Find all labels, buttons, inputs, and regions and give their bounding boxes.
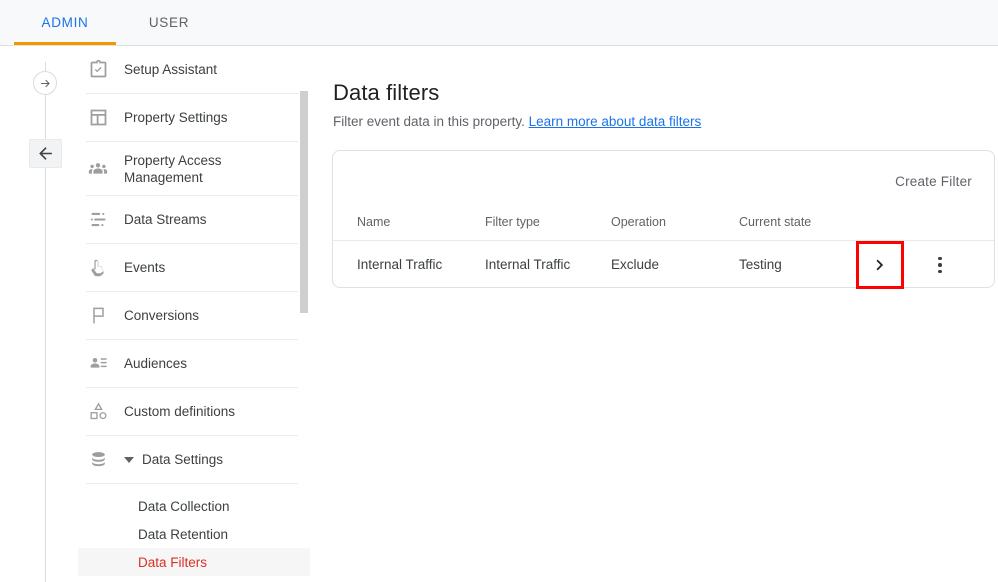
data-filters-table: Name Filter type Operation Current state…	[333, 201, 994, 240]
page-subtitle-text: Filter event data in this property.	[333, 114, 525, 129]
sidebar-item-label: Property Settings	[124, 109, 228, 126]
column-header-name: Name	[357, 215, 390, 229]
table-header-row: Name Filter type Operation Current state	[333, 201, 994, 240]
create-filter-button[interactable]: Create Filter	[889, 170, 978, 193]
row-more-options-button[interactable]	[918, 243, 962, 287]
property-window-icon	[86, 106, 110, 130]
sidebar-item-label: Audiences	[124, 355, 187, 372]
data-streams-icon	[86, 208, 110, 232]
row-open-button[interactable]	[858, 243, 902, 287]
arrow-right-circle-icon	[39, 77, 52, 90]
hand-tap-icon	[86, 256, 110, 280]
sidebar-item-data-streams[interactable]: Data Streams	[78, 196, 310, 243]
sidebar-item-data-settings[interactable]: Data Settings	[78, 436, 310, 483]
tab-user[interactable]: USER	[128, 0, 210, 45]
sidebar-item-label: Setup Assistant	[124, 61, 217, 78]
sidebar-item-conversions[interactable]: Conversions	[78, 292, 310, 339]
chevron-right-icon	[870, 255, 890, 275]
sidebar-item-events[interactable]: Events	[78, 244, 310, 291]
data-filters-card: Create Filter Name Filter type Operation…	[332, 150, 995, 288]
tab-list: ADMIN USER	[0, 0, 210, 45]
cell-current-state: Testing	[739, 257, 782, 272]
sidebar-item-label: Data Settings	[142, 451, 223, 468]
sidebar-nav: Setup Assistant Property Settings Proper…	[78, 46, 310, 582]
sub-items-spacer	[78, 484, 310, 492]
card-actions: Create Filter	[889, 167, 978, 195]
column-header-current-state: Current state	[739, 215, 811, 229]
sidebar-subitem-label: Data Retention	[138, 527, 228, 542]
page-subtitle: Filter event data in this property. Lear…	[333, 114, 701, 129]
sidebar-item-property-access-management[interactable]: Property Access Management	[78, 142, 310, 195]
database-icon	[86, 448, 110, 472]
sidebar-item-audiences[interactable]: Audiences	[78, 340, 310, 387]
sidebar-item-label: Events	[124, 259, 165, 276]
arrow-left-icon	[36, 144, 55, 163]
table-row[interactable]: Internal Traffic Internal Traffic Exclud…	[333, 241, 994, 289]
more-vert-icon-dot	[938, 270, 942, 274]
sidebar-subitem-data-collection[interactable]: Data Collection	[78, 492, 310, 520]
sidebar-item-label: Data Streams	[124, 211, 207, 228]
cell-filter-type: Internal Traffic	[485, 257, 570, 272]
top-tab-bar: ADMIN USER	[0, 0, 998, 46]
sidebar-item-label: Property Access Management	[124, 152, 222, 186]
tab-user-label: USER	[149, 15, 189, 30]
tab-admin[interactable]: ADMIN	[14, 0, 116, 45]
sidebar-item-custom-definitions[interactable]: Custom definitions	[78, 388, 310, 435]
shapes-icon	[86, 400, 110, 424]
column-header-operation: Operation	[611, 215, 666, 229]
more-vert-icon-dot	[938, 257, 942, 261]
sidebar-scrollbar-thumb[interactable]	[300, 91, 308, 313]
sidebar-item-property-settings[interactable]: Property Settings	[78, 94, 310, 141]
column-header-filter-type: Filter type	[485, 215, 540, 229]
rail-expand-button[interactable]	[33, 71, 57, 95]
tab-admin-label: ADMIN	[42, 15, 89, 30]
people-group-icon	[86, 157, 110, 181]
sidebar-item-setup-assistant[interactable]: Setup Assistant	[78, 46, 310, 93]
active-tab-underline	[14, 42, 116, 45]
sidebar-subitem-label: Data Collection	[138, 499, 230, 514]
chevron-down-icon[interactable]	[124, 457, 134, 463]
person-list-icon	[86, 352, 110, 376]
page-title: Data filters	[333, 80, 439, 106]
sidebar-item-label: Conversions	[124, 307, 199, 324]
main-content: Data filters Filter event data in this p…	[332, 46, 998, 582]
sidebar-subitem-data-filters[interactable]: Data Filters	[78, 548, 310, 576]
sidebar-subitem-data-retention[interactable]: Data Retention	[78, 520, 310, 548]
sidebar-subitem-label: Data Filters	[138, 555, 207, 570]
learn-more-link[interactable]: Learn more about data filters	[529, 114, 702, 129]
cell-operation: Exclude	[611, 257, 659, 272]
cell-name: Internal Traffic	[357, 257, 442, 272]
sidebar-item-label: Custom definitions	[124, 403, 235, 420]
rail-back-button[interactable]	[29, 139, 62, 168]
clipboard-check-icon	[86, 58, 110, 82]
flag-icon	[86, 304, 110, 328]
more-vert-icon-dot	[938, 263, 942, 267]
